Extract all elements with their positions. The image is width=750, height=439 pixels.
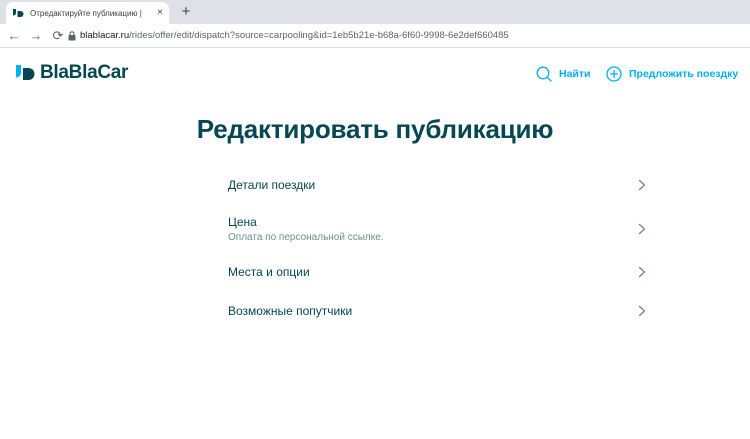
back-button[interactable]: ← [6, 28, 22, 44]
menu-item-label: Места и опции [228, 264, 310, 279]
browser-tab[interactable]: Отредактируйте публикацию | × [6, 2, 169, 24]
logo-text: BlaBlaCar [40, 62, 129, 83]
url-path: /rides/offer/edit/dispatch?source=carpoo… [129, 30, 509, 41]
forward-button[interactable]: → [28, 28, 44, 44]
chevron-right-icon [638, 223, 646, 235]
reload-button[interactable]: ⟳ [50, 28, 66, 44]
search-link[interactable]: Найти [536, 66, 590, 82]
lock-icon[interactable] [68, 31, 76, 41]
tab-title: Отредактируйте публикацию | [30, 8, 142, 18]
search-icon [536, 66, 552, 82]
menu-item-subtitle: Оплата по персональной ссылке. [228, 231, 384, 243]
browser-toolbar: ← → ⟳ blablacar.ru/rides/offer/edit/disp… [0, 24, 750, 48]
menu-item-price[interactable]: Цена Оплата по персональной ссылке. [220, 206, 648, 252]
chevron-right-icon [638, 305, 646, 317]
search-label: Найти [559, 68, 591, 80]
new-tab-button[interactable]: + [178, 4, 194, 20]
blablacar-logo[interactable]: BlaBlaCar [15, 62, 128, 84]
menu-item-label: Цена [228, 214, 257, 229]
tab-close-icon[interactable]: × [157, 8, 163, 18]
menu-item-label: Детали поездки [228, 177, 316, 192]
page-title: Редактировать публикацию [196, 114, 554, 144]
url-domain: blablacar.ru [80, 30, 130, 41]
offer-ride-label: Предложить поездку [629, 68, 739, 80]
blablacar-favicon-icon [13, 9, 24, 17]
menu-item-passengers[interactable]: Возможные попутчики [220, 292, 648, 330]
chevron-right-icon [638, 266, 646, 278]
menu-item-label: Возможные попутчики [228, 303, 353, 318]
address-bar[interactable]: blablacar.ru/rides/offer/edit/dispatch?s… [80, 28, 509, 44]
edit-menu: Детали поездки Цена Оплата по персональн… [220, 164, 648, 330]
offer-ride-link[interactable]: Предложить поездку [606, 66, 738, 82]
chevron-right-icon [638, 179, 646, 191]
menu-item-trip-details[interactable]: Детали поездки [220, 164, 648, 206]
plus-circle-icon [606, 66, 622, 82]
browser-tabstrip: Отредактируйте публикацию | × + [0, 0, 750, 24]
blablacar-logo-icon [16, 65, 35, 80]
menu-item-seats-options[interactable]: Места и опции [220, 252, 648, 292]
